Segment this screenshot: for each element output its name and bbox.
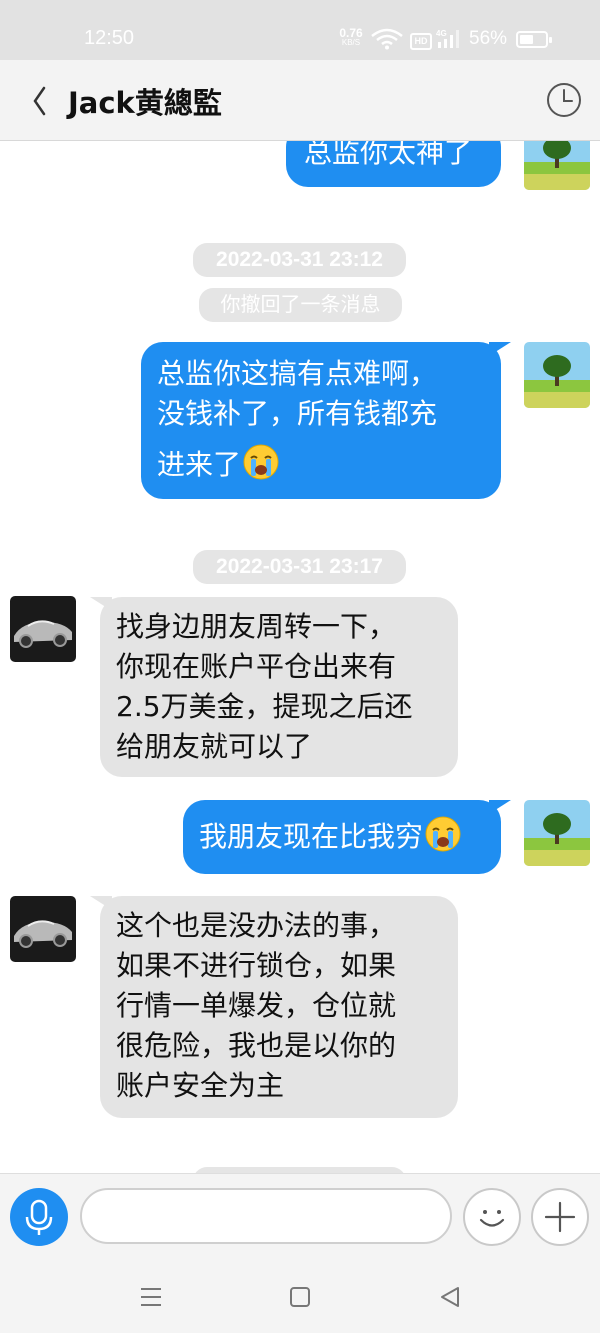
message-text: 总监你太神了 [304,141,473,169]
message-text: 2.5万美金，提现之后还 [116,690,413,723]
battery-percent: 56% [469,28,508,49]
outgoing-message[interactable]: 总监你这搞有点难啊， 没钱补了，所有钱都充 进来了 [141,342,511,499]
avatar-contact[interactable] [10,596,76,662]
more-button[interactable] [531,1188,589,1246]
chevron-left-icon[interactable] [28,84,52,118]
avatar-self[interactable] [524,141,590,190]
square-icon[interactable] [287,1284,313,1310]
message-timestamp: 2022-03-31 23:12 [193,243,406,277]
recall-notice: 你撤回了一条消息 [199,288,402,322]
message-text: 进来了 [157,448,242,481]
sports-car-image [10,596,76,662]
message-text: 行情一单爆发，仓位就 [116,989,397,1022]
message-text: 给朋友就可以了 [116,730,313,763]
emoji-button[interactable] [463,1188,521,1246]
smiley-icon [479,1210,505,1227]
incoming-message[interactable]: 找身边朋友周转一下， 你现在账户平仓出来有 2.5万美金，提现之后还 给朋友就可… [90,597,458,777]
message-text: 总监你这搞有点难啊， [157,357,438,390]
menu-icon[interactable] [138,1284,164,1310]
chat-header: Jack黄總監 [0,60,600,141]
input-bar [0,1173,600,1260]
outgoing-message[interactable]: 总监你太神了 [286,141,501,187]
message-text: 我朋友现在比我穷 [199,820,424,853]
incoming-message[interactable]: 这个也是没办法的事， 如果不进行锁仓，如果 行情一单爆发，仓位就 很危险，我也是… [90,896,458,1118]
tree-landscape-image [524,342,590,408]
signal-icon: 4G [436,29,459,48]
message-text-last: 我朋友现在比我穷 [199,816,501,857]
signal-label: 4G [436,29,447,38]
message-text-last: 进来了 [157,444,501,485]
message-text: 找身边朋友周转一下， [116,610,397,643]
microphone-icon [25,1199,53,1235]
status-time: 12:50 [84,27,135,49]
message-text: 账户安全为主 [116,1069,285,1102]
crying-emoji-icon [243,444,279,480]
avatar-self[interactable] [524,800,590,866]
network-speed: 0.76 KB/S [336,26,366,48]
message-timestamp: 2022-03-31 23:17 [193,550,406,584]
chat-title: Jack黄總監 [68,86,222,120]
sports-car-image [10,896,76,962]
message-text: 没钱补了，所有钱都充 [157,397,438,430]
message-list[interactable]: 总监你太神了 2022-03-31 23:12 你撤回了一条消息 总监你这搞有点… [0,141,600,1173]
message-text: 这个也是没办法的事， [116,909,397,942]
avatar-contact[interactable] [10,896,76,962]
message-text: 很危险，我也是以你的 [116,1029,397,1062]
network-speed-value: 0.76 [339,26,363,40]
plus-icon [544,1201,576,1233]
tree-landscape-image [524,800,590,866]
avatar-self[interactable] [524,342,590,408]
wifi-icon [371,28,403,50]
message-input[interactable] [80,1188,452,1244]
crying-emoji-icon [425,816,461,852]
outgoing-message[interactable]: 我朋友现在比我穷 [183,800,511,874]
message-text: 你现在账户平仓出来有 [116,650,397,683]
voice-button[interactable] [10,1188,68,1246]
clock-icon[interactable] [546,82,582,118]
system-nav-bar [0,1260,600,1333]
triangle-back-icon[interactable] [437,1284,463,1310]
hd-badge: HD [410,33,432,50]
battery-icon [516,31,552,48]
tree-landscape-image [524,141,590,190]
message-text: 如果不进行锁仓，如果 [116,949,397,982]
battery-fill [520,35,533,44]
